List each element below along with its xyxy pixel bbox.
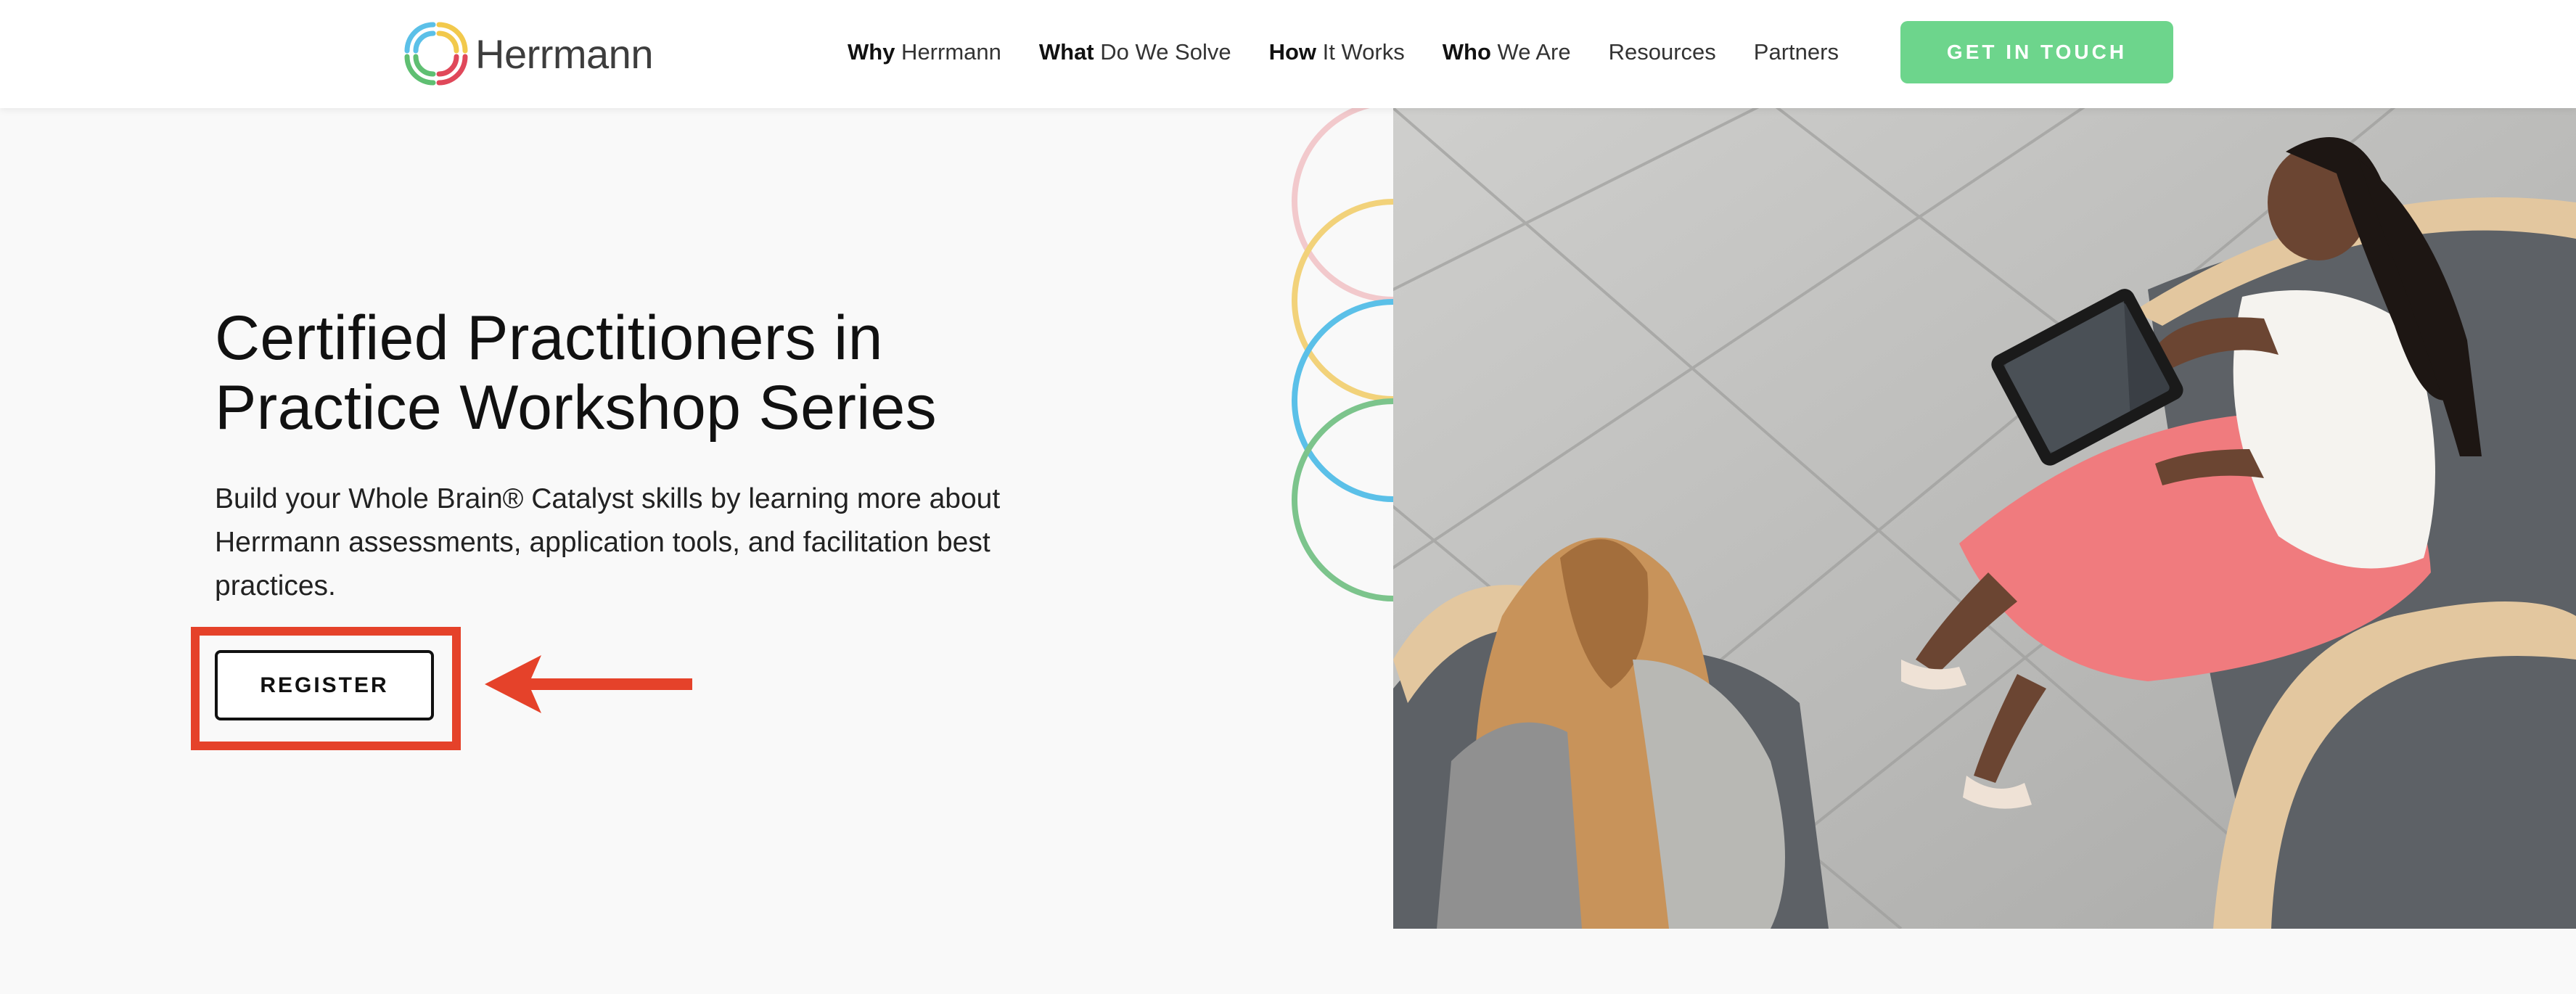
nav-label: Resources	[1608, 39, 1716, 65]
herrmann-logo[interactable]: Herrmann	[401, 19, 653, 89]
nav-who-we-are[interactable]: Who We Are	[1443, 39, 1571, 65]
nav-label: Do We Solve	[1094, 39, 1231, 65]
nav-label: We Are	[1490, 39, 1571, 65]
hero-description: Build your Whole Brain® Catalyst skills …	[215, 483, 1001, 601]
annotation-arrow-icon	[485, 655, 692, 713]
nav-label-bold: What	[1038, 39, 1094, 65]
hero-photo	[1393, 108, 2576, 929]
nav-why-herrmann[interactable]: Why Herrmann	[848, 39, 1001, 65]
nav-how-it-works[interactable]: How It Works	[1269, 39, 1405, 65]
main-nav: Why Herrmann What Do We Solve How It Wor…	[848, 35, 1876, 70]
nav-label: It Works	[1316, 39, 1405, 65]
title-line-1: Certified Practitioners in	[215, 303, 883, 373]
herrmann-logo-icon	[404, 22, 468, 86]
nav-label: Partners	[1753, 39, 1839, 65]
nav-partners[interactable]: Partners	[1754, 39, 1839, 65]
nav-resources[interactable]: Resources	[1609, 39, 1716, 65]
register-button[interactable]: REGISTER	[215, 650, 434, 720]
title-line-2: Practice Workshop Series	[215, 373, 937, 443]
nav-what-do-we-solve[interactable]: What Do We Solve	[1039, 39, 1231, 65]
logo-wordmark: Herrmann	[475, 30, 653, 77]
nav-label-bold: Who	[1442, 39, 1491, 65]
nav-label-bold: Why	[848, 39, 895, 65]
nav-label: Herrmann	[895, 39, 1001, 65]
site-header: Herrmann Why Herrmann What Do We Solve H…	[0, 0, 2576, 108]
page-title: Certified Practitioners in Practice Work…	[215, 303, 1158, 443]
nav-label-bold: How	[1268, 39, 1317, 65]
get-in-touch-button[interactable]: GET IN TOUCH	[1900, 21, 2173, 83]
